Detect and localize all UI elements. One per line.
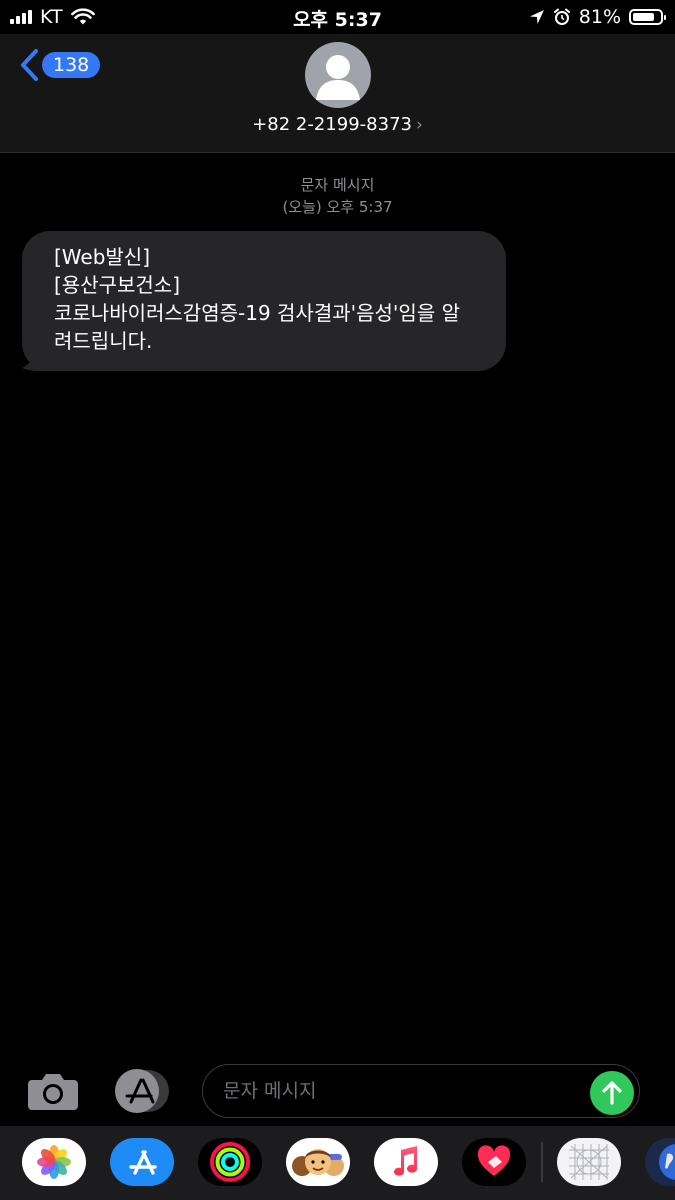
- globe-sticker-icon[interactable]: [645, 1138, 675, 1186]
- music-icon[interactable]: [374, 1138, 438, 1186]
- app-store-icon[interactable]: [110, 1138, 174, 1186]
- back-button[interactable]: 138: [18, 48, 101, 82]
- arrow-up-icon: [602, 1081, 622, 1105]
- message-type-label: 문자 메시지: [300, 176, 375, 194]
- battery-fill: [633, 13, 654, 21]
- location-arrow-icon: [529, 10, 544, 24]
- conversation-header: 138 +82 2-2199-8373 ›: [0, 34, 675, 153]
- contact-phone-number: +82 2-2199-8373: [252, 114, 412, 135]
- memoji-icon[interactable]: [286, 1138, 350, 1186]
- chevron-right-icon: ›: [415, 115, 423, 135]
- grid-pattern-icon: [569, 1144, 609, 1180]
- heart-app-icon[interactable]: [462, 1138, 526, 1186]
- unread-count-badge: 138: [42, 52, 101, 78]
- activity-rings-icon: [210, 1142, 250, 1182]
- memoji-faces-icon: [292, 1149, 344, 1176]
- battery-percent: 81%: [578, 6, 621, 28]
- message-composer: [0, 1058, 675, 1124]
- app-store-icon: [115, 1069, 169, 1113]
- message-line: [용산구보건소]: [54, 273, 181, 297]
- send-button[interactable]: [590, 1071, 634, 1115]
- photos-icon[interactable]: [22, 1138, 86, 1186]
- heart-icon: [477, 1145, 511, 1176]
- status-bar: KT 오후 5:37 81%: [0, 0, 675, 34]
- activity-icon[interactable]: [198, 1138, 262, 1186]
- alarm-icon: [553, 8, 570, 25]
- app-drawer: [0, 1126, 675, 1200]
- received-message-bubble[interactable]: [Web발신] [용산구보건소] 코로나바이러스감염증-19 검사결과'음성'임…: [22, 231, 506, 371]
- message-bubble-container: [Web발신] [용산구보건소] 코로나바이러스감염증-19 검사결과'음성'임…: [22, 231, 506, 371]
- battery-icon: [629, 9, 666, 25]
- message-input[interactable]: [202, 1064, 640, 1118]
- message-line: 코로나바이러스감염증-19 검사결과'음성'임을 알: [54, 301, 460, 325]
- message-line: [Web발신]: [54, 245, 151, 269]
- status-right: 81%: [529, 6, 666, 28]
- music-note-icon: [394, 1146, 417, 1176]
- bubble-tail: [22, 345, 52, 371]
- contact-avatar[interactable]: [305, 42, 371, 108]
- chevron-left-icon: [21, 49, 38, 81]
- digital-touch-icon[interactable]: [557, 1138, 621, 1186]
- app-store-a-icon: [129, 1150, 157, 1175]
- photos-flower-icon: [37, 1145, 71, 1179]
- person-icon: [316, 55, 360, 100]
- drawer-divider: [541, 1142, 543, 1182]
- contact-name-button[interactable]: +82 2-2199-8373 ›: [0, 114, 675, 135]
- globe-icon: [659, 1144, 675, 1180]
- message-line: 려드립니다.: [54, 329, 153, 353]
- camera-icon[interactable]: [26, 1072, 80, 1112]
- message-timestamp: (오늘) 오후 5:37: [282, 198, 393, 216]
- apps-button[interactable]: [114, 1068, 172, 1114]
